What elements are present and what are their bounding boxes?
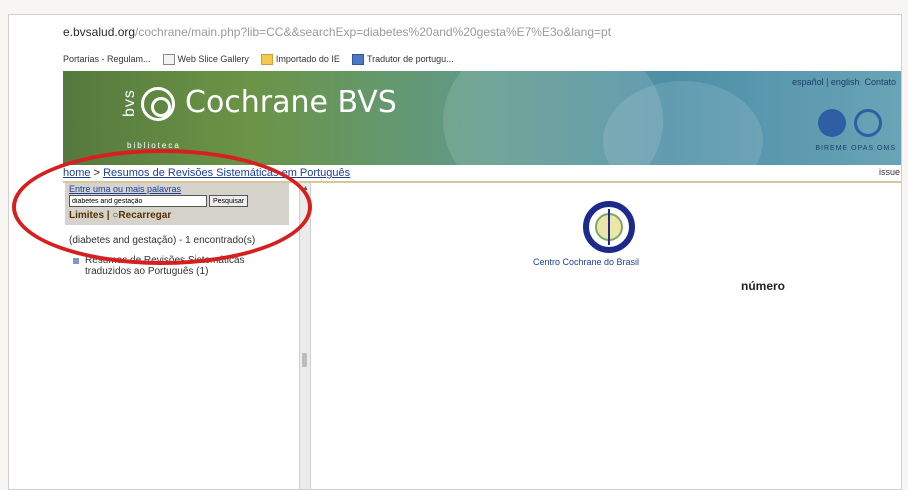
folder-icon	[260, 53, 273, 65]
scroll-thumb[interactable]	[302, 353, 307, 367]
result-count: (diabetes and gestação) - 1 encontrado(s…	[69, 235, 256, 246]
search-panel: Entre uma ou mais palavras Pesquisar Lim…	[65, 183, 289, 225]
reload-link[interactable]: Recarregar	[118, 210, 171, 221]
bookmark-importado[interactable]: Importado do IE	[260, 53, 340, 65]
breadcrumb-section[interactable]: Resumos de Revisões Sistemáticas em Port…	[103, 167, 350, 179]
centro-cochrane-label[interactable]: Centro Cochrane do Brasil	[533, 257, 639, 267]
search-button[interactable]: Pesquisar	[209, 195, 249, 207]
result-item-label: Resumos de Revisões Sistemáticas traduzi…	[85, 255, 245, 277]
translate-icon	[351, 53, 364, 65]
logo-bar	[608, 209, 610, 245]
bookmark-label: Tradutor de portugu...	[366, 54, 454, 64]
search-hint: Entre uma ou mais palavras	[69, 184, 182, 194]
sidebar-scrollbar[interactable]: ▲	[299, 183, 311, 489]
limits-link[interactable]: Limites	[69, 210, 104, 221]
organizations-label: BIREME OPAS OMS	[815, 145, 896, 152]
bullet-icon	[73, 258, 79, 264]
cochrane-logo-icon	[583, 201, 635, 253]
issue-number-label: número	[741, 279, 786, 293]
main-content: Centro Cochrane do Brasil número	[311, 183, 901, 489]
url-path: /cochrane/main.php?lib=CC&&searchExp=dia…	[135, 25, 612, 39]
contact-link[interactable]: Contato	[864, 77, 896, 87]
breadcrumb-separator: >	[90, 167, 104, 179]
opas-oms-logo	[818, 109, 890, 139]
bookmark-tradutor[interactable]: Tradutor de portugu...	[351, 53, 454, 65]
bookmark-portarias[interactable]: Portarias - Regulam...	[63, 54, 151, 64]
bookmark-web-slice-gallery[interactable]: Web Slice Gallery	[162, 53, 249, 65]
search-input[interactable]	[69, 195, 207, 207]
language-switcher[interactable]: español | english	[792, 77, 859, 87]
bookmark-label: Importado do IE	[275, 54, 340, 64]
site-banner: bvs Cochrane BVS biblioteca español | en…	[63, 71, 901, 165]
url-domain: e.bvsalud.org	[63, 25, 136, 39]
americas-globe-icon	[818, 109, 846, 137]
search-options: Limites | ○Recarregar	[69, 210, 171, 221]
sidebar: Entre uma ou mais palavras Pesquisar Lim…	[63, 183, 299, 489]
bookmarks-bar: Portarias - Regulam... Web Slice Gallery…	[63, 51, 895, 67]
bvs-logo-text: bvs	[121, 89, 138, 117]
breadcrumb-home[interactable]: home	[63, 167, 91, 179]
breadcrumb: home > Resumos de Revisões Sistemáticas …	[63, 167, 901, 183]
brand-title: Cochrane BVS	[185, 85, 397, 120]
language-links: español | english Contato	[792, 77, 896, 87]
bookmark-label: Web Slice Gallery	[177, 54, 249, 64]
bvs-logo-subtitle: biblioteca	[127, 141, 181, 150]
address-bar[interactable]: e.bvsalud.org/cochrane/main.php?lib=CC&&…	[63, 25, 611, 39]
bvs-logo-icon	[141, 87, 175, 121]
bookmark-label: Portarias - Regulam...	[63, 54, 151, 64]
page-icon	[162, 53, 175, 65]
issue-label: issue	[878, 167, 900, 177]
who-emblem-icon	[854, 109, 882, 137]
scroll-up-arrow-icon[interactable]: ▲	[302, 185, 309, 192]
screenshot-frame: e.bvsalud.org/cochrane/main.php?lib=CC&&…	[8, 14, 902, 490]
list-item[interactable]: Resumos de Revisões Sistemáticas traduzi…	[73, 255, 265, 277]
